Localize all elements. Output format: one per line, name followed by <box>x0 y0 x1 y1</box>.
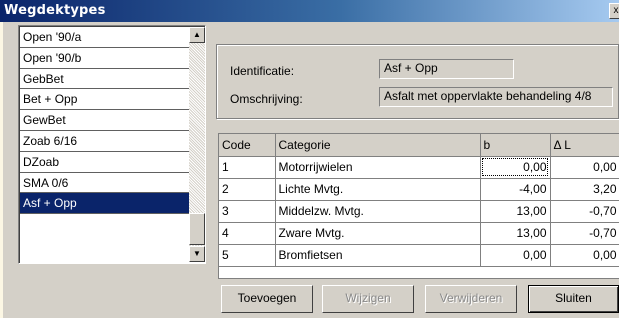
omschrijving-label: Omschrijving: <box>230 92 303 106</box>
code-cell[interactable]: 5 <box>219 244 276 267</box>
list-item[interactable]: Open '90/a <box>20 27 189 48</box>
table-row[interactable]: 4 Zware Mvtg. 13,00 -0,70 <box>219 222 619 245</box>
table-row[interactable]: 3 Middelzw. Mvtg. 13,00 -0,70 <box>219 200 619 223</box>
list-item[interactable]: Asf + Opp <box>20 193 189 215</box>
listbox-items: Open '90/a Open '90/b GebBet Bet + Opp GewBe… <box>20 27 189 215</box>
arrow-up-icon[interactable]: ▲ <box>189 27 205 43</box>
table-row[interactable]: 5 Bromfietsen 0,00 0,00 <box>219 244 619 267</box>
b-cell[interactable]: -4,00 <box>480 178 551 201</box>
code-cell[interactable]: 1 <box>219 156 276 179</box>
list-item[interactable]: SMA 0/6 <box>20 173 189 194</box>
identificatie-label: Identificatie: <box>230 64 295 78</box>
delta-l-cell[interactable]: 0,00 <box>550 244 619 267</box>
listbox-scrollbar[interactable]: ▲ ▼ <box>189 27 205 262</box>
column-header-b[interactable]: b <box>480 134 551 157</box>
list-item[interactable]: GebBet <box>20 69 189 90</box>
identificatie-field: Asf + Opp <box>379 59 514 79</box>
wegdek-listbox[interactable]: Open '90/a Open '90/b GebBet Bet + Opp GewBe… <box>18 25 206 264</box>
categorie-cell[interactable]: Motorrijwielen <box>275 156 481 179</box>
toevoegen-button[interactable]: Toevoegen <box>221 285 313 313</box>
b-cell[interactable]: 0,00 <box>480 244 551 267</box>
title-bar: Wegdektypes x <box>0 0 619 22</box>
list-item[interactable]: Open '90/b <box>20 48 189 69</box>
categorie-cell[interactable]: Middelzw. Mvtg. <box>275 200 481 223</box>
column-header-delta-l[interactable]: Δ L <box>550 134 619 157</box>
table-row[interactable]: 1 Motorrijwielen 0,00 0,00 <box>219 156 619 179</box>
code-cell[interactable]: 4 <box>219 222 276 245</box>
categorie-cell[interactable]: Zware Mvtg. <box>275 222 481 245</box>
details-group <box>216 44 619 119</box>
list-item[interactable]: Zoab 6/16 <box>20 131 189 152</box>
table-row[interactable]: 2 Lichte Mvtg. -4,00 3,20 <box>219 178 619 201</box>
omschrijving-field: Asfalt met oppervlakte behandeling 4/8 <box>379 87 613 107</box>
delta-l-cell[interactable]: -0,70 <box>550 222 619 245</box>
code-cell[interactable]: 3 <box>219 200 276 223</box>
wijzigen-button[interactable]: Wijzigen <box>322 285 414 313</box>
b-cell[interactable]: 0,00 <box>480 156 551 179</box>
column-header-categorie[interactable]: Categorie <box>275 134 481 157</box>
delta-l-cell[interactable]: -0,70 <box>550 200 619 223</box>
categorie-grid[interactable]: Code Categorie b Δ L 1 Motorrijwielen 0,… <box>218 133 619 279</box>
code-cell[interactable]: 2 <box>219 178 276 201</box>
b-cell[interactable]: 13,00 <box>480 200 551 223</box>
b-cell[interactable]: 13,00 <box>480 222 551 245</box>
column-header-code[interactable]: Code <box>219 134 276 157</box>
verwijderen-button[interactable]: Verwijderen <box>425 285 517 313</box>
arrow-down-icon[interactable]: ▼ <box>189 246 205 262</box>
sluiten-button[interactable]: Sluiten <box>528 285 619 313</box>
delta-l-cell[interactable]: 0,00 <box>550 156 619 179</box>
close-icon[interactable]: x <box>609 3 619 19</box>
scrollbar-thumb[interactable] <box>189 213 205 245</box>
categorie-cell[interactable]: Lichte Mvtg. <box>275 178 481 201</box>
list-item[interactable]: DZoab <box>20 152 189 173</box>
window-title: Wegdektypes <box>4 3 106 18</box>
list-item[interactable]: GewBet <box>20 110 189 131</box>
delta-l-cell[interactable]: 3,20 <box>550 178 619 201</box>
categorie-cell[interactable]: Bromfietsen <box>275 244 481 267</box>
list-item[interactable]: Bet + Opp <box>20 89 189 111</box>
